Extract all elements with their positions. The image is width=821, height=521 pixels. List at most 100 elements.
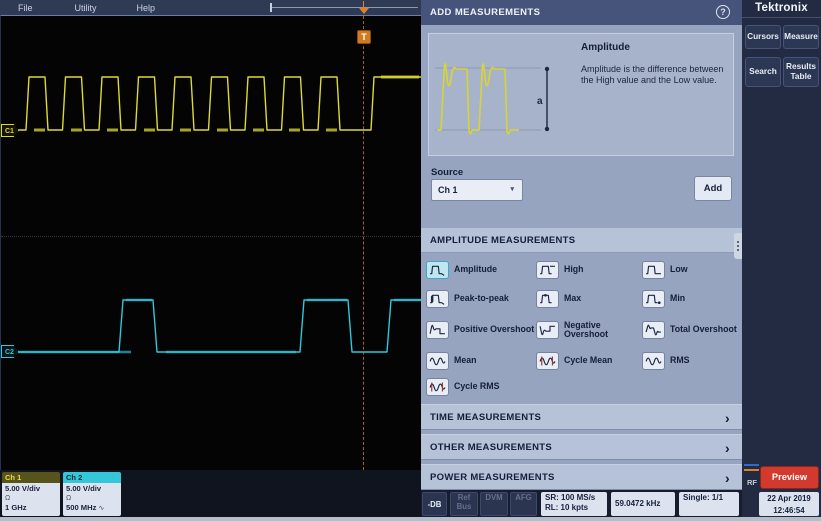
measurement-high[interactable]: High xyxy=(536,255,642,284)
measurement-info-box: a Amplitude Amplitude is the difference … xyxy=(428,33,734,156)
trigger-position-icon[interactable] xyxy=(358,1,369,14)
section-power-measurements[interactable]: POWER MEASUREMENTS › xyxy=(421,464,742,490)
peak-to-peak-icon xyxy=(426,290,449,308)
source-label: Source xyxy=(431,167,463,178)
panel-drag-handle[interactable] xyxy=(734,233,742,259)
total-overshoot-icon xyxy=(642,321,665,339)
high-icon xyxy=(536,261,559,279)
status-bar: -DB Ref Bus DVM AFG SR: 100 MS/s RL: 10 … xyxy=(421,490,742,517)
waveform-display[interactable]: T C1 C2 xyxy=(0,15,421,470)
measure-button[interactable]: Measure xyxy=(783,25,819,49)
max-icon xyxy=(536,290,559,308)
cycle-mean-icon xyxy=(536,352,559,370)
measurement-negative-overshoot[interactable]: Negative Overshoot xyxy=(536,313,642,347)
tektronix-logo: Tektronix xyxy=(742,2,821,18)
help-icon[interactable]: ? xyxy=(716,5,730,19)
afg-badge[interactable]: AFG xyxy=(510,492,537,516)
measurement-low[interactable]: Low xyxy=(642,255,738,284)
measurement-mean[interactable]: Mean xyxy=(426,347,536,374)
measurement-label: Cycle RMS xyxy=(454,382,499,391)
measurement-min[interactable]: Min xyxy=(642,284,738,313)
source-select[interactable]: Ch 1 ▾ xyxy=(431,179,523,201)
mean-icon xyxy=(426,352,449,370)
measurement-label: Mean xyxy=(454,356,477,365)
datetime-display: 22 Apr 2019 12:46:54 xyxy=(759,492,819,516)
min-icon xyxy=(642,290,665,308)
measurement-label: High xyxy=(564,265,584,274)
measurement-label: Amplitude xyxy=(454,265,497,274)
results-table-button[interactable]: Results Table xyxy=(783,57,819,87)
ch2-badge[interactable]: Ch 2 5.00 V/div Ω 500 MHz ∿ xyxy=(63,472,121,516)
amplitude-section-header[interactable]: AMPLITUDE MEASUREMENTS xyxy=(421,228,742,253)
menu-file[interactable]: File xyxy=(14,3,37,13)
section-time-measurements[interactable]: TIME MEASUREMENTS › xyxy=(421,404,742,430)
measurement-rms[interactable]: RMS xyxy=(642,347,738,374)
acq-mode-badge[interactable]: Single: 1/1 xyxy=(679,492,739,516)
add-measurements-panel: ADD MEASUREMENTS ? a Amplitude Amplitude… xyxy=(421,0,742,517)
amplitude-diagram: a xyxy=(429,34,569,153)
rf-indicator: RF xyxy=(743,462,759,517)
cursors-button[interactable]: Cursors xyxy=(745,25,781,49)
ch2-bandwidth: 500 MHz ∿ xyxy=(66,503,121,513)
ch1-badge-title: Ch 1 xyxy=(2,472,60,483)
dvm-badge[interactable]: DVM xyxy=(480,492,508,516)
measurement-label: RMS xyxy=(670,356,690,365)
dropdown-arrow-icon: ▾ xyxy=(510,180,514,200)
channel-badge-bar: Ch 1 5.00 V/div Ω 1 GHz Ch 2 5.00 V/div … xyxy=(0,470,421,517)
section-label: OTHER MEASUREMENTS xyxy=(430,442,552,453)
sample-rate: SR: 100 MS/s xyxy=(545,493,603,503)
rf-label: RF xyxy=(747,478,757,487)
trigger-flag[interactable]: T xyxy=(357,30,371,44)
measurement-max[interactable]: Max xyxy=(536,284,642,313)
ch2-badge-title: Ch 2 xyxy=(63,472,121,483)
orange-indicator-line xyxy=(744,469,759,471)
measurement-peak-to-peak[interactable]: Peak-to-peak xyxy=(426,284,536,313)
preview-button[interactable]: Preview xyxy=(760,466,819,489)
db-badge[interactable]: -DB xyxy=(422,492,447,516)
search-button[interactable]: Search xyxy=(745,57,781,87)
chevron-right-icon: › xyxy=(725,435,730,461)
date-text: 22 Apr 2019 xyxy=(759,493,819,505)
window-bottom-edge xyxy=(0,517,821,521)
acquisition-info-badge[interactable]: SR: 100 MS/s RL: 10 kpts xyxy=(541,492,607,516)
ch2-scale: 5.00 V/div xyxy=(66,484,121,494)
source-value: Ch 1 xyxy=(438,185,458,195)
measurement-label: Cycle Mean xyxy=(564,356,612,365)
measurement-cycle-mean[interactable]: Cycle Mean xyxy=(536,347,642,374)
negative-overshoot-icon xyxy=(536,321,559,339)
chevron-right-icon: › xyxy=(725,465,730,491)
ref-bus-badge[interactable]: Ref Bus xyxy=(450,492,478,516)
oscilloscope-app: File Utility Help T C1 C2 Ch 1 5.00 V/di… xyxy=(0,0,821,521)
measurement-total-overshoot[interactable]: Total Overshoot xyxy=(642,313,738,347)
ch2-coupling-icon: Ω xyxy=(66,494,121,503)
amplitude-icon xyxy=(426,261,449,279)
horizontal-position-handle[interactable] xyxy=(270,3,272,12)
measurement-positive-overshoot[interactable]: Positive Overshoot xyxy=(426,313,536,347)
measurement-grid: Amplitude High Low Peak-to-peak xyxy=(426,255,738,399)
ch1-scale: 5.00 V/div xyxy=(5,484,60,494)
ch1-bandwidth: 1 GHz xyxy=(5,503,60,513)
measurement-label: Positive Overshoot xyxy=(454,325,534,334)
chevron-right-icon: › xyxy=(725,405,730,431)
ch1-badge[interactable]: Ch 1 5.00 V/div Ω 1 GHz xyxy=(2,472,60,516)
measurement-label: Total Overshoot xyxy=(670,325,737,334)
rms-icon xyxy=(642,352,665,370)
add-button[interactable]: Add xyxy=(694,176,732,201)
measurement-label: Min xyxy=(670,294,685,303)
frequency-badge[interactable]: 59.0472 kHz xyxy=(611,492,675,516)
section-label: TIME MEASUREMENTS xyxy=(430,412,541,423)
menu-utility[interactable]: Utility xyxy=(71,3,101,13)
menu-help[interactable]: Help xyxy=(133,3,160,13)
right-sidebar: Tektronix Cursors Measure Search Results… xyxy=(742,0,821,517)
section-other-measurements[interactable]: OTHER MEASUREMENTS › xyxy=(421,434,742,460)
section-label: POWER MEASUREMENTS xyxy=(430,472,555,483)
info-description: Amplitude is the difference between the … xyxy=(581,64,729,87)
measurement-cycle-rms[interactable]: Cycle RMS xyxy=(426,374,536,399)
record-length: RL: 10 kpts xyxy=(545,503,603,513)
measurement-label: Peak-to-peak xyxy=(454,294,509,303)
trigger-vertical-line xyxy=(363,16,364,470)
measurement-amplitude[interactable]: Amplitude xyxy=(426,255,536,284)
blue-indicator-line xyxy=(744,464,759,466)
menu-bar: File Utility Help xyxy=(0,0,421,15)
waveform-traces xyxy=(1,16,421,470)
